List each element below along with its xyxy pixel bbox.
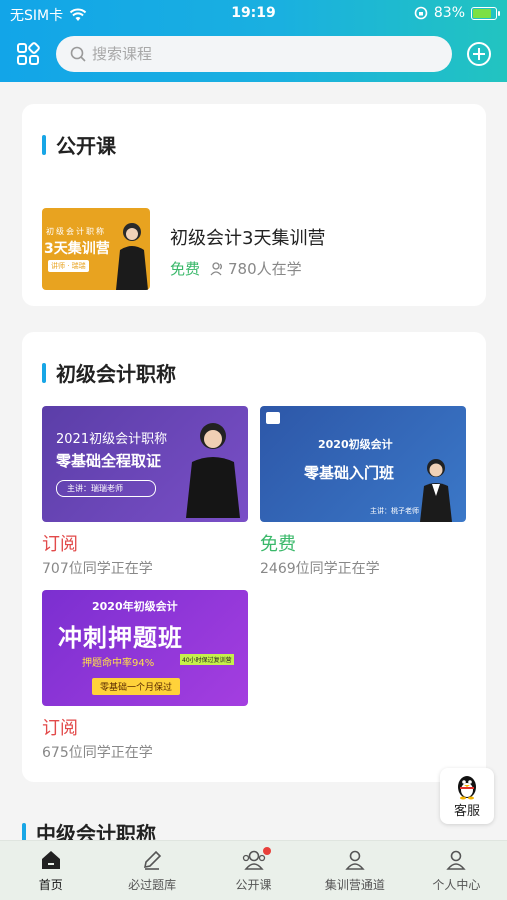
service-label: 客服 [453, 803, 480, 819]
course-card[interactable]: 2020年初级会计 冲刺押题班 押题命中率94% 40小时保过复训营 零基础一个… [42, 590, 248, 766]
search-bar[interactable] [56, 36, 452, 72]
thumb-tag: 主讲：瑞瑞老师 [56, 480, 156, 497]
battery-percent: 83% [433, 5, 465, 21]
tab-label: 公开课 [235, 878, 272, 892]
customer-service-button[interactable]: 客服 [440, 768, 494, 824]
tab-label: 首页 [38, 878, 63, 892]
course-card[interactable]: 2020初级会计 零基础入门班 主讲：桃子老师 免费 2469位同学正在学 [260, 406, 466, 582]
title-accent-bar [42, 134, 46, 155]
search-input[interactable] [92, 45, 412, 63]
students-label: 2469位同学正在学 [260, 561, 380, 577]
thumb-logo [266, 412, 280, 424]
course-meta: 免费 780人在学 [170, 258, 302, 279]
rotation-lock-icon [414, 6, 428, 20]
tab-profile[interactable]: 个人中心 [406, 841, 507, 900]
price-label: 免费 [170, 260, 201, 278]
teacher-portrait [116, 223, 148, 290]
intermediate-section-title: 中级会计职称 [36, 822, 156, 840]
course-thumbnail: 2020初级会计 零基础入门班 主讲：桃子老师 [260, 406, 466, 522]
tab-label: 个人中心 [432, 878, 481, 892]
price-label: 订阅 [42, 534, 78, 555]
apps-grid-icon[interactable] [14, 40, 42, 68]
thumb-tag: 零基础一个月保过 [92, 678, 181, 695]
thumb-line-1: 2021初级会计职称 [56, 432, 168, 447]
thumb-tag: 讲师 · 瑞瑞 [48, 260, 89, 272]
thumb-line-2: 零基础全程取证 [56, 452, 162, 470]
thumb-line-1: 2020年初级会计 [92, 600, 178, 613]
students-label: 780人在学 [228, 260, 302, 278]
top-toolbar [0, 28, 507, 82]
user-icon [345, 850, 365, 870]
thumb-line-2: 冲刺押题班 [58, 624, 183, 652]
course-card[interactable]: 2021初级会计职称 零基础全程取证 主讲：瑞瑞老师 订阅 707位同学正在学 [42, 406, 248, 582]
penguin-icon [458, 775, 476, 799]
price-label: 订阅 [42, 718, 78, 739]
tab-training-camp[interactable]: 集训营通道 [304, 841, 405, 900]
course-thumbnail: 2020年初级会计 冲刺押题班 押题命中率94% 40小时保过复训营 零基础一个… [42, 590, 248, 706]
person-icon [446, 850, 466, 870]
open-course-item[interactable]: 初级会计职称 3天集训营 讲师 · 瑞瑞 初级会计3天集训营 免费 780人在学 [42, 208, 462, 290]
teacher-portrait [186, 423, 240, 518]
home-icon [41, 851, 60, 869]
tab-label: 必过题库 [128, 878, 177, 892]
students-label: 675位同学正在学 [42, 745, 153, 761]
title-accent-bar [42, 362, 46, 383]
tab-home[interactable]: 首页 [0, 841, 101, 900]
course-thumbnail: 初级会计职称 3天集训营 讲师 · 瑞瑞 [42, 208, 150, 290]
bottom-tab-bar: 首页 必过题库 公开课 集训营通道 个人中心 [0, 840, 507, 900]
thumb-line-1: 初级会计职称 [46, 227, 106, 236]
thumb-line-1: 2020初级会计 [318, 438, 393, 451]
section-title: 初级会计职称 [42, 358, 176, 387]
pencil-icon [144, 850, 162, 870]
battery-level [473, 8, 492, 18]
title-accent-bar [22, 822, 26, 840]
junior-accounting-section: 初级会计职称 2021初级会计职称 零基础全程取证 主讲：瑞瑞老师 订阅 707… [22, 332, 486, 782]
section-title: 中级会计职称 [22, 818, 156, 840]
notification-dot [262, 847, 271, 855]
people-icon [210, 261, 222, 275]
battery-icon [471, 6, 500, 20]
junior-section-title: 初级会计职称 [56, 362, 176, 386]
thumb-tag: 主讲：桃子老师 [370, 507, 419, 515]
app-header: 无SIM卡 19:19 83% [0, 0, 507, 82]
section-title: 公开课 [42, 130, 116, 159]
students-count: 780人在学 [210, 258, 302, 279]
thumb-line-2: 零基础入门班 [304, 464, 395, 482]
thumb-line-2: 3天集训营 [44, 241, 110, 257]
tab-label: 集训营通道 [324, 878, 385, 892]
course-thumbnail: 2021初级会计职称 零基础全程取证 主讲：瑞瑞老师 [42, 406, 248, 522]
students-label: 707位同学正在学 [42, 561, 153, 577]
status-bar: 无SIM卡 19:19 83% [0, 0, 507, 28]
search-icon [70, 46, 86, 62]
tab-open-course[interactable]: 公开课 [203, 841, 304, 900]
thumb-badge: 40小时保过复训营 [180, 654, 234, 665]
open-course-title: 公开课 [56, 134, 116, 158]
teacher-portrait [420, 459, 452, 522]
main-content: 公开课 初级会计职称 3天集训营 讲师 · 瑞瑞 初级会计3天集训营 免费 78… [0, 82, 507, 840]
add-icon[interactable] [465, 40, 493, 68]
open-course-section: 公开课 初级会计职称 3天集训营 讲师 · 瑞瑞 初级会计3天集训营 免费 78… [22, 104, 486, 306]
thumb-line-3: 押题命中率94% [82, 658, 155, 669]
price-label: 免费 [260, 534, 296, 555]
tab-question-bank[interactable]: 必过题库 [101, 841, 202, 900]
course-title: 初级会计3天集训营 [170, 228, 326, 249]
